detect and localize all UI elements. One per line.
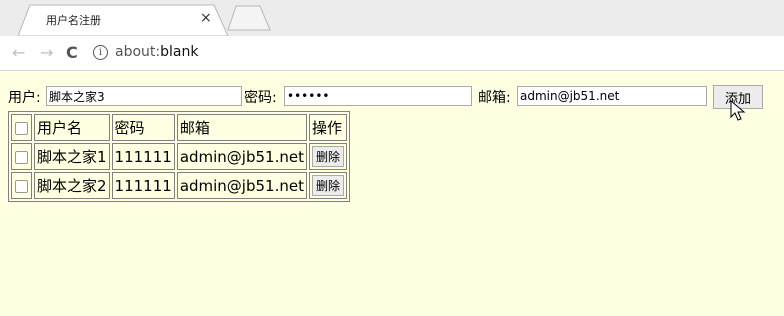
select-all-cell: [11, 114, 32, 141]
cell-password: 111111: [111, 143, 175, 170]
user-label: 用户:: [8, 90, 41, 106]
info-icon[interactable]: i: [93, 45, 108, 60]
email-input[interactable]: [517, 86, 707, 106]
url-scheme: about:: [115, 44, 161, 60]
row-select-cell: [11, 143, 32, 170]
header-username: 用户名: [34, 114, 110, 141]
username-input[interactable]: [46, 86, 242, 106]
select-all-checkbox[interactable]: [15, 121, 28, 135]
browser-tab[interactable]: 用户名注册 ×: [18, 4, 229, 36]
cell-password: 111111: [111, 172, 175, 199]
password-input[interactable]: [284, 86, 472, 106]
back-arrow-icon[interactable]: ←: [12, 43, 25, 62]
cell-email: admin@jb51.net: [176, 143, 307, 170]
header-action: 操作: [308, 114, 347, 141]
tab-close-icon[interactable]: ×: [200, 10, 212, 26]
header-email: 邮箱: [176, 114, 307, 141]
cell-username: 脚本之家1: [34, 143, 110, 170]
table-row: 脚本之家2 111111 admin@jb51.net 删除: [11, 172, 347, 199]
forward-arrow-icon[interactable]: →: [40, 43, 53, 62]
tab-title: 用户名注册: [46, 14, 101, 27]
table-row: 脚本之家1 111111 admin@jb51.net 删除: [11, 143, 347, 170]
url-host: blank: [160, 44, 199, 60]
address-bar[interactable]: about:blank: [115, 44, 198, 60]
cell-email: admin@jb51.net: [176, 172, 307, 199]
row-checkbox[interactable]: [15, 150, 28, 164]
table-header-row: 用户名 密码 邮箱 操作: [11, 114, 347, 141]
cell-action: 删除: [308, 172, 347, 199]
email-label: 邮箱:: [478, 90, 511, 106]
row-select-cell: [11, 172, 32, 199]
page-content: 用户: 密码: 邮箱: 添加 用户名 密码 邮箱 操作 脚本之家1 111111…: [0, 71, 784, 316]
new-tab-button[interactable]: [226, 5, 272, 31]
delete-button[interactable]: 删除: [311, 146, 344, 167]
password-label: 密码:: [244, 90, 277, 106]
mouse-pointer-icon: [730, 100, 746, 121]
browser-toolbar: ← → C i about:blank: [0, 36, 784, 71]
user-table: 用户名 密码 邮箱 操作 脚本之家1 111111 admin@jb51.net…: [8, 111, 350, 202]
header-password: 密码: [111, 114, 175, 141]
browser-tabstrip: 用户名注册 ×: [0, 0, 784, 36]
add-user-form: 用户: 密码: 邮箱: 添加: [8, 85, 778, 109]
cell-action: 删除: [308, 143, 347, 170]
delete-button[interactable]: 删除: [311, 175, 344, 196]
row-checkbox[interactable]: [15, 179, 28, 193]
reload-icon[interactable]: C: [66, 43, 78, 62]
cell-username: 脚本之家2: [34, 172, 110, 199]
